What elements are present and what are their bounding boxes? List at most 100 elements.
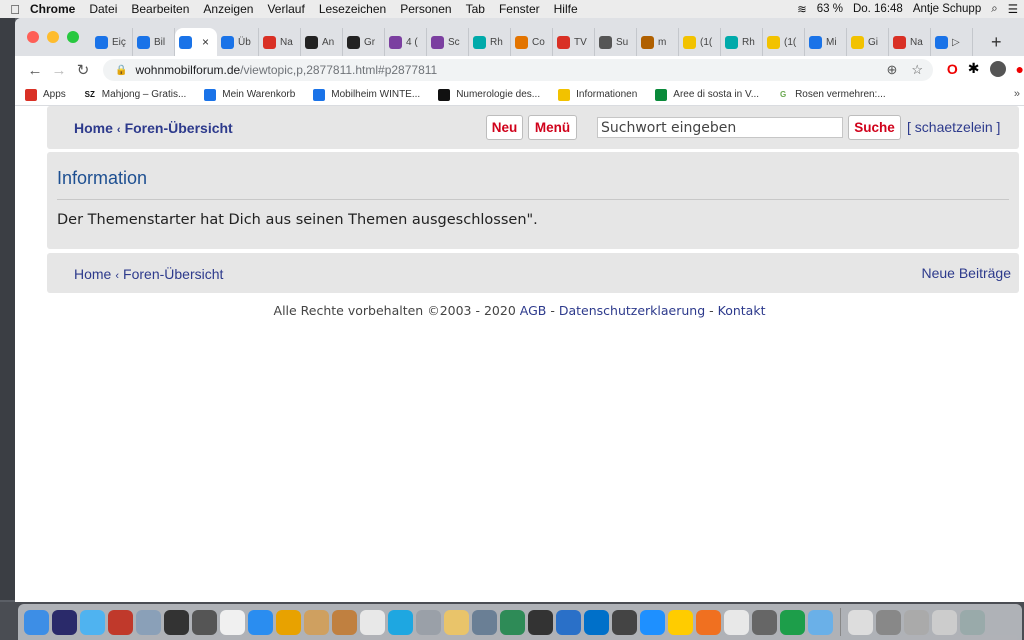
menu-item[interactable]: Lesezeichen	[319, 2, 386, 16]
dock-app-icon[interactable]	[724, 609, 749, 635]
dock-app-icon[interactable]	[932, 609, 957, 635]
extensions-puzzle-icon[interactable]: ✱	[968, 60, 980, 77]
agb-link[interactable]: AGB	[520, 303, 547, 318]
zoom-icon[interactable]: ⊕	[886, 62, 897, 78]
dock-app-icon[interactable]	[332, 609, 357, 635]
dock-app-icon[interactable]	[696, 609, 721, 635]
dock-app-icon[interactable]	[276, 609, 301, 635]
address-bar[interactable]: 🔒 wohnmobilforum.de/viewtopic,p,2877811.…	[103, 59, 933, 81]
trash-icon[interactable]	[960, 609, 985, 635]
dock-app-icon[interactable]	[24, 609, 49, 635]
bookmark-item[interactable]: G Rosen vermehren:...	[777, 89, 886, 101]
clock[interactable]: Do. 16:48	[853, 3, 903, 15]
bookmark-star-icon[interactable]: ☆	[911, 62, 923, 78]
profile-avatar-icon[interactable]	[989, 60, 1006, 77]
menu-item[interactable]: Personen	[400, 2, 451, 16]
tab[interactable]: Sc	[427, 28, 469, 56]
user-profile-link[interactable]: [ schaetzelein ]	[907, 119, 1000, 135]
apple-menu-icon[interactable]: 	[0, 2, 30, 17]
tab[interactable]: Bil	[133, 28, 175, 56]
tab[interactable]: Gi	[847, 28, 889, 56]
tab[interactable]: Na	[889, 28, 931, 56]
dock-app-icon[interactable]	[612, 609, 637, 635]
dock-app-icon[interactable]	[52, 609, 77, 635]
dock-app-icon[interactable]	[472, 609, 497, 635]
tab[interactable]: 4 (	[385, 28, 427, 56]
tab[interactable]: m	[637, 28, 679, 56]
dock-app-icon[interactable]	[136, 609, 161, 635]
dock-app-icon[interactable]	[780, 609, 805, 635]
tab[interactable]: Mi	[805, 28, 847, 56]
search-button[interactable]: Suche	[848, 115, 901, 140]
menu-item[interactable]: Fenster	[499, 2, 540, 16]
bookmark-item[interactable]: Aree di sosta in V...	[655, 88, 759, 101]
menu-item[interactable]: Chrome	[30, 2, 75, 16]
dock-app-icon[interactable]	[388, 609, 413, 635]
dock-app-icon[interactable]	[848, 609, 873, 635]
menu-item[interactable]: Bearbeiten	[131, 2, 189, 16]
contact-link[interactable]: Kontakt	[718, 303, 766, 318]
dock-app-icon[interactable]	[360, 609, 385, 635]
apps-shortcut[interactable]: Apps	[25, 88, 66, 101]
tab[interactable]: (1(	[679, 28, 721, 56]
tab[interactable]: Rh	[721, 28, 763, 56]
dock-app-icon[interactable]	[304, 609, 329, 635]
dock-app-icon[interactable]	[248, 609, 273, 635]
dock-app-icon[interactable]	[220, 609, 245, 635]
tab[interactable]: Na	[259, 28, 301, 56]
new-tab-button[interactable]: +	[991, 28, 1002, 56]
tab[interactable]: Gr	[343, 28, 385, 56]
forum-overview-link[interactable]: Foren-Übersicht	[125, 120, 233, 136]
dock-app-icon[interactable]	[876, 609, 901, 635]
dock-app-icon[interactable]	[668, 609, 693, 635]
dock-app-icon[interactable]	[528, 609, 553, 635]
menu-item[interactable]: Hilfe	[554, 2, 578, 16]
dock-app-icon[interactable]	[808, 609, 833, 635]
dock-app-icon[interactable]	[752, 609, 777, 635]
zoom-window-icon[interactable]	[67, 31, 79, 43]
home-link[interactable]: Home	[74, 266, 111, 282]
forward-arrow-icon[interactable]: →	[47, 62, 71, 79]
reload-icon[interactable]: ↻	[71, 61, 95, 79]
menu-button[interactable]: Menü	[528, 115, 577, 140]
tab[interactable]: Co	[511, 28, 553, 56]
home-link[interactable]: Home	[74, 120, 113, 136]
dock-app-icon[interactable]	[416, 609, 441, 635]
tab-active[interactable]: ×	[175, 28, 217, 56]
user-name[interactable]: Antje Schupp	[913, 3, 981, 15]
tab[interactable]: TV	[553, 28, 595, 56]
menu-item[interactable]: Anzeigen	[203, 2, 253, 16]
bookmark-item[interactable]: Numerologie des...	[438, 88, 540, 101]
dock-app-icon[interactable]	[556, 609, 581, 635]
minimize-window-icon[interactable]	[47, 31, 59, 43]
extension-icon[interactable]: ●	[1016, 61, 1024, 77]
tab[interactable]: Su	[595, 28, 637, 56]
tab[interactable]: Eiç	[91, 28, 133, 56]
opera-extension-icon[interactable]: O	[947, 61, 958, 77]
dock-app-icon[interactable]	[640, 609, 665, 635]
spotlight-search-icon[interactable]: ⌕	[991, 3, 997, 16]
dock-app-icon[interactable]	[500, 609, 525, 635]
dock-app-icon[interactable]	[164, 609, 189, 635]
tab[interactable]: Üb	[217, 28, 259, 56]
bookmark-item[interactable]: Mein Warenkorb	[204, 88, 295, 101]
bookmarks-overflow-icon[interactable]: »	[1014, 88, 1020, 100]
battery-percent[interactable]: 63 %	[817, 3, 843, 15]
dock-app-icon[interactable]	[108, 609, 133, 635]
tab[interactable]: (1(	[763, 28, 805, 56]
dock-app-icon[interactable]	[584, 609, 609, 635]
menu-item[interactable]: Verlauf	[267, 2, 304, 16]
tab[interactable]: An	[301, 28, 343, 56]
back-arrow-icon[interactable]: ←	[23, 62, 47, 79]
tab[interactable]: ▷	[931, 28, 973, 56]
privacy-link[interactable]: Datenschutzerklaerung	[559, 303, 705, 318]
bookmark-item[interactable]: SZ Mahjong – Gratis...	[84, 89, 187, 101]
lock-icon[interactable]: 🔒	[115, 65, 127, 76]
bookmark-item[interactable]: Informationen	[558, 88, 637, 101]
close-tab-icon[interactable]: ×	[202, 35, 209, 49]
forum-overview-link[interactable]: Foren-Übersicht	[123, 266, 223, 282]
menu-item[interactable]: Datei	[89, 2, 117, 16]
search-input[interactable]: Suchwort eingeben	[597, 117, 843, 138]
new-posts-link[interactable]: Neue Beiträge	[921, 265, 1011, 281]
dock-app-icon[interactable]	[80, 609, 105, 635]
